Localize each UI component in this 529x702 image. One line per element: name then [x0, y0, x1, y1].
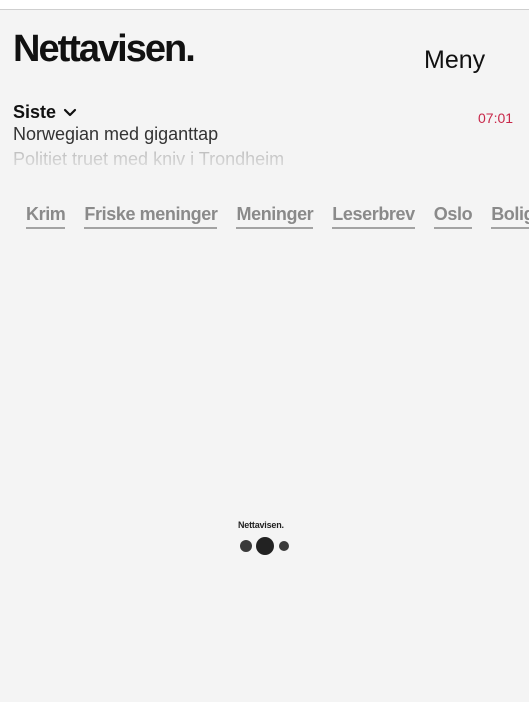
nav-link-krim[interactable]: Krim: [26, 204, 66, 229]
latest-news-label: Siste: [13, 102, 57, 122]
site-logo[interactable]: Nettavisen.: [13, 30, 196, 68]
loading-dot: [279, 541, 289, 551]
page: Nettavisen. Meny Siste 07:01 Norwegian m…: [0, 0, 529, 702]
nav-link-leserbrev[interactable]: Leserbrev: [332, 204, 415, 229]
nav-link-friske-meninger[interactable]: Friske meninger: [84, 204, 218, 229]
menu-button[interactable]: Meny: [424, 48, 485, 73]
section-nav: Krim Friske meninger Meninger Leserbrev …: [26, 204, 529, 229]
latest-headline[interactable]: Norwegian med giganttap: [13, 124, 218, 145]
loading-dot: [240, 540, 252, 552]
latest-headline[interactable]: Politiet truet med kniv i Trondheim: [13, 149, 284, 170]
nav-link-oslo[interactable]: Oslo: [433, 204, 473, 229]
nav-link-bolig[interactable]: Bolig: [491, 204, 529, 229]
nav-link-meninger[interactable]: Meninger: [236, 204, 314, 229]
latest-news-time: 07:01: [478, 110, 514, 126]
loading-indicator: Nettavisen.: [238, 520, 294, 557]
loader-logo: Nettavisen.: [238, 520, 284, 530]
latest-news-toggle[interactable]: Siste: [13, 102, 77, 123]
chevron-down-icon: [63, 106, 77, 120]
loading-dots-icon: [238, 535, 294, 557]
loading-dot: [256, 537, 274, 555]
top-border: [0, 0, 529, 10]
